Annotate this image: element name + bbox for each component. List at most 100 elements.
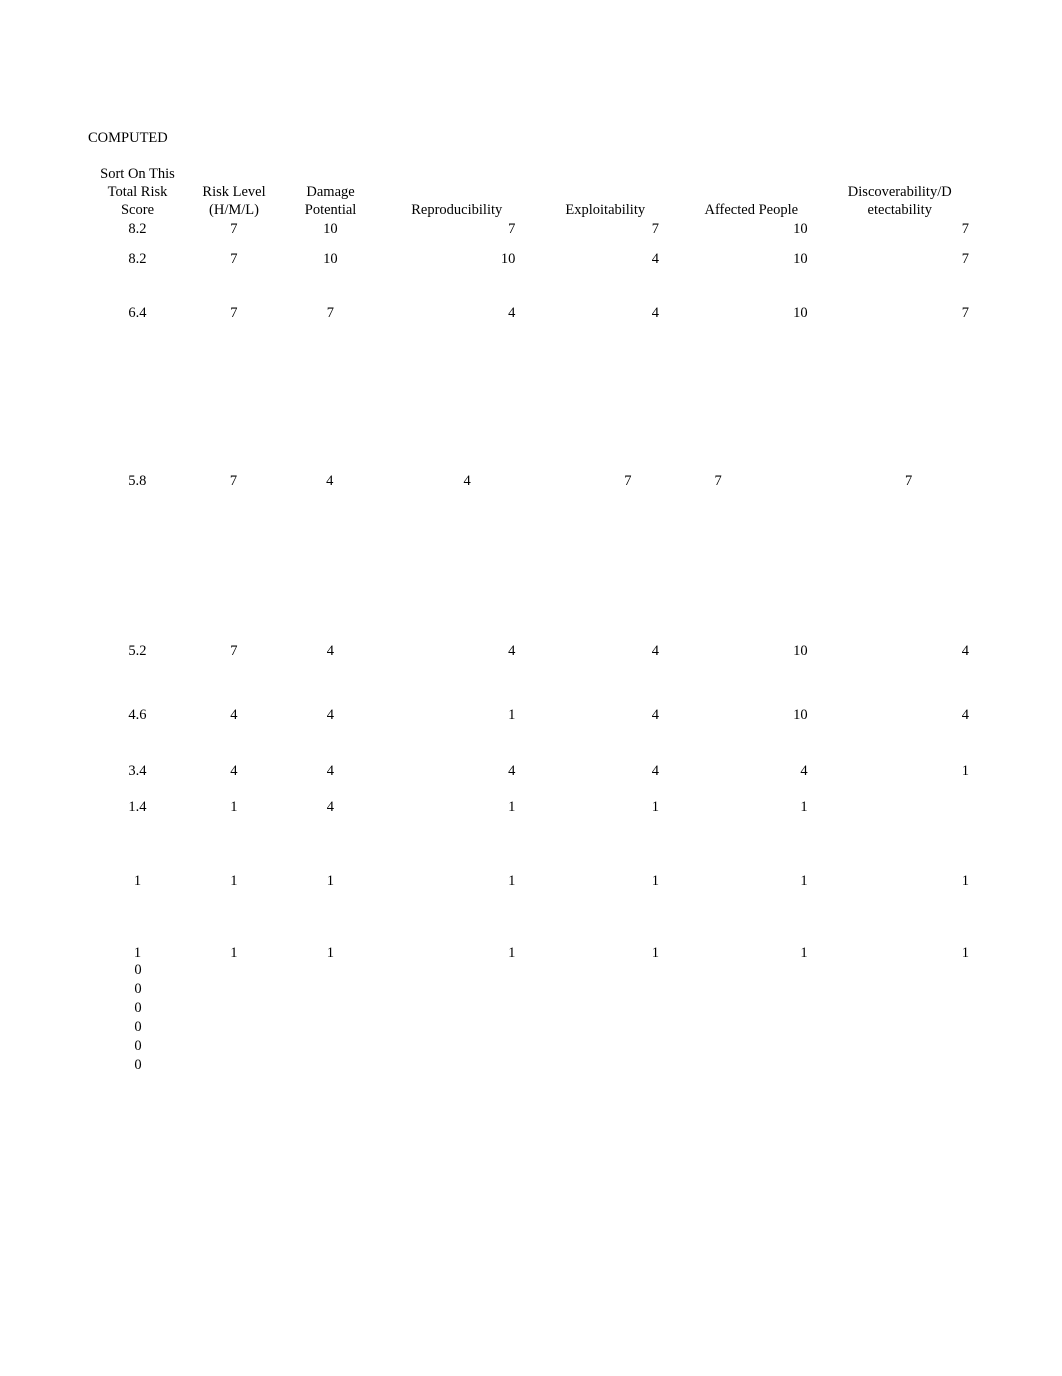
cell-reproducibility: 10 bbox=[380, 251, 534, 268]
cell-exploitability: 4 bbox=[533, 707, 677, 724]
cell-score: 0 bbox=[88, 1000, 188, 1017]
cell-score: 3.4 bbox=[88, 763, 187, 780]
cell-discoverability: 1 bbox=[826, 945, 974, 962]
header-damage-potential: Damage Potential bbox=[281, 183, 380, 219]
cell-discoverability: 4 bbox=[826, 707, 974, 724]
cell-reproducibility: 4 bbox=[379, 473, 533, 490]
cell-score: 1.4 bbox=[88, 799, 187, 816]
table-row: 6.4 7 7 4 4 10 7 bbox=[88, 293, 974, 463]
cell-damage: 4 bbox=[281, 763, 380, 780]
table-row: 5.2 7 4 4 4 10 4 bbox=[88, 633, 974, 695]
cell-exploitability: 7 bbox=[533, 221, 677, 238]
header-reproducibility: Reproducibility bbox=[380, 201, 533, 219]
cell-risk-level: 7 bbox=[187, 473, 281, 490]
cell-affected: 10 bbox=[677, 305, 826, 322]
table-header-row: Sort On This Total Risk Score Risk Level… bbox=[88, 165, 974, 219]
cell-discoverability: 7 bbox=[826, 251, 974, 268]
cell-score: 0 bbox=[88, 1038, 188, 1055]
table-row: 4.6 4 4 1 4 10 4 bbox=[88, 695, 974, 753]
cell-risk-level: 4 bbox=[187, 707, 281, 724]
table-row: 0 bbox=[88, 981, 974, 1000]
cell-discoverability: 7 bbox=[825, 473, 974, 490]
cell-discoverability: 4 bbox=[826, 643, 974, 660]
cell-risk-level: 4 bbox=[187, 763, 281, 780]
cell-damage: 4 bbox=[281, 799, 380, 816]
cell-exploitability: 1 bbox=[533, 873, 677, 890]
cell-affected: 10 bbox=[677, 707, 826, 724]
cell-score: 5.2 bbox=[88, 643, 187, 660]
cell-risk-level: 7 bbox=[187, 305, 281, 322]
cell-risk-level: 1 bbox=[187, 945, 281, 962]
cell-exploitability: 4 bbox=[533, 305, 677, 322]
cell-discoverability: 7 bbox=[826, 305, 974, 322]
cell-score: 6.4 bbox=[88, 305, 187, 322]
cell-discoverability: 7 bbox=[826, 221, 974, 238]
cell-score: 0 bbox=[88, 1057, 188, 1074]
cell-reproducibility: 4 bbox=[380, 305, 534, 322]
header-risk-level: Risk Level (H/M/L) bbox=[187, 183, 281, 219]
cell-affected: 1 bbox=[677, 873, 826, 890]
cell-damage: 4 bbox=[281, 707, 380, 724]
table-row: 1.4 1 4 1 1 1 bbox=[88, 793, 974, 855]
cell-score: 0 bbox=[88, 981, 188, 998]
cell-affected: 7 bbox=[676, 473, 825, 490]
section-title: COMPUTED bbox=[88, 130, 974, 147]
cell-score: 0 bbox=[88, 1019, 188, 1036]
table-row: 0 bbox=[88, 1057, 974, 1076]
cell-score: 4.6 bbox=[88, 707, 187, 724]
cell-affected: 1 bbox=[677, 799, 826, 816]
cell-exploitability: 4 bbox=[533, 643, 677, 660]
cell-score: 5.8 bbox=[88, 473, 187, 490]
cell-affected: 1 bbox=[677, 945, 826, 962]
cell-score: 1 bbox=[88, 873, 187, 890]
cell-exploitability: 1 bbox=[533, 945, 677, 962]
cell-score: 0 bbox=[88, 962, 188, 979]
table-row: 3.4 4 4 4 4 4 1 bbox=[88, 753, 974, 793]
cell-damage: 1 bbox=[281, 945, 380, 962]
cell-reproducibility: 7 bbox=[380, 221, 534, 238]
cell-risk-level: 7 bbox=[187, 251, 281, 268]
cell-damage: 4 bbox=[280, 473, 379, 490]
header-affected-people: Affected People bbox=[677, 201, 825, 219]
cell-score: 1 bbox=[88, 945, 187, 962]
cell-reproducibility: 4 bbox=[380, 643, 534, 660]
cell-damage: 1 bbox=[281, 873, 380, 890]
table-row: 5.8 7 4 4 7 7 7 bbox=[88, 463, 974, 633]
cell-reproducibility: 1 bbox=[380, 945, 534, 962]
cell-damage: 10 bbox=[281, 221, 380, 238]
cell-exploitability: 7 bbox=[533, 473, 677, 490]
table-row: 0 bbox=[88, 1000, 974, 1019]
cell-discoverability: 1 bbox=[826, 763, 974, 780]
cell-exploitability: 4 bbox=[533, 251, 677, 268]
cell-risk-level: 7 bbox=[187, 643, 281, 660]
cell-affected: 10 bbox=[677, 221, 826, 238]
cell-exploitability: 4 bbox=[533, 763, 677, 780]
cell-risk-level: 1 bbox=[187, 799, 281, 816]
header-exploitability: Exploitability bbox=[533, 201, 677, 219]
cell-risk-level: 7 bbox=[187, 221, 281, 238]
cell-score: 8.2 bbox=[88, 251, 187, 268]
cell-risk-level: 1 bbox=[187, 873, 281, 890]
cell-reproducibility: 1 bbox=[380, 799, 534, 816]
header-discoverability: Discoverability/D etectability bbox=[826, 183, 974, 219]
cell-reproducibility: 1 bbox=[380, 873, 534, 890]
cell-reproducibility: 4 bbox=[380, 763, 534, 780]
cell-affected: 10 bbox=[677, 251, 826, 268]
cell-affected: 10 bbox=[677, 643, 826, 660]
cell-damage: 7 bbox=[281, 305, 380, 322]
cell-affected: 4 bbox=[677, 763, 826, 780]
table-row: 0 bbox=[88, 1019, 974, 1038]
table-row: 1 1 1 1 1 1 1 bbox=[88, 855, 974, 927]
cell-discoverability: 1 bbox=[826, 873, 974, 890]
table-row: 0 bbox=[88, 1038, 974, 1057]
cell-reproducibility: 1 bbox=[380, 707, 534, 724]
risk-table: Sort On This Total Risk Score Risk Level… bbox=[88, 165, 974, 1076]
table-row: 1 1 1 1 1 1 1 bbox=[88, 927, 974, 962]
header-total-risk-score: Sort On This Total Risk Score bbox=[88, 165, 187, 219]
table-row: 8.2 7 10 10 4 10 7 bbox=[88, 243, 974, 293]
cell-exploitability: 1 bbox=[533, 799, 677, 816]
table-row: 8.2 7 10 7 7 10 7 bbox=[88, 221, 974, 243]
table-row: 0 bbox=[88, 962, 974, 981]
cell-score: 8.2 bbox=[88, 221, 187, 238]
cell-damage: 4 bbox=[281, 643, 380, 660]
